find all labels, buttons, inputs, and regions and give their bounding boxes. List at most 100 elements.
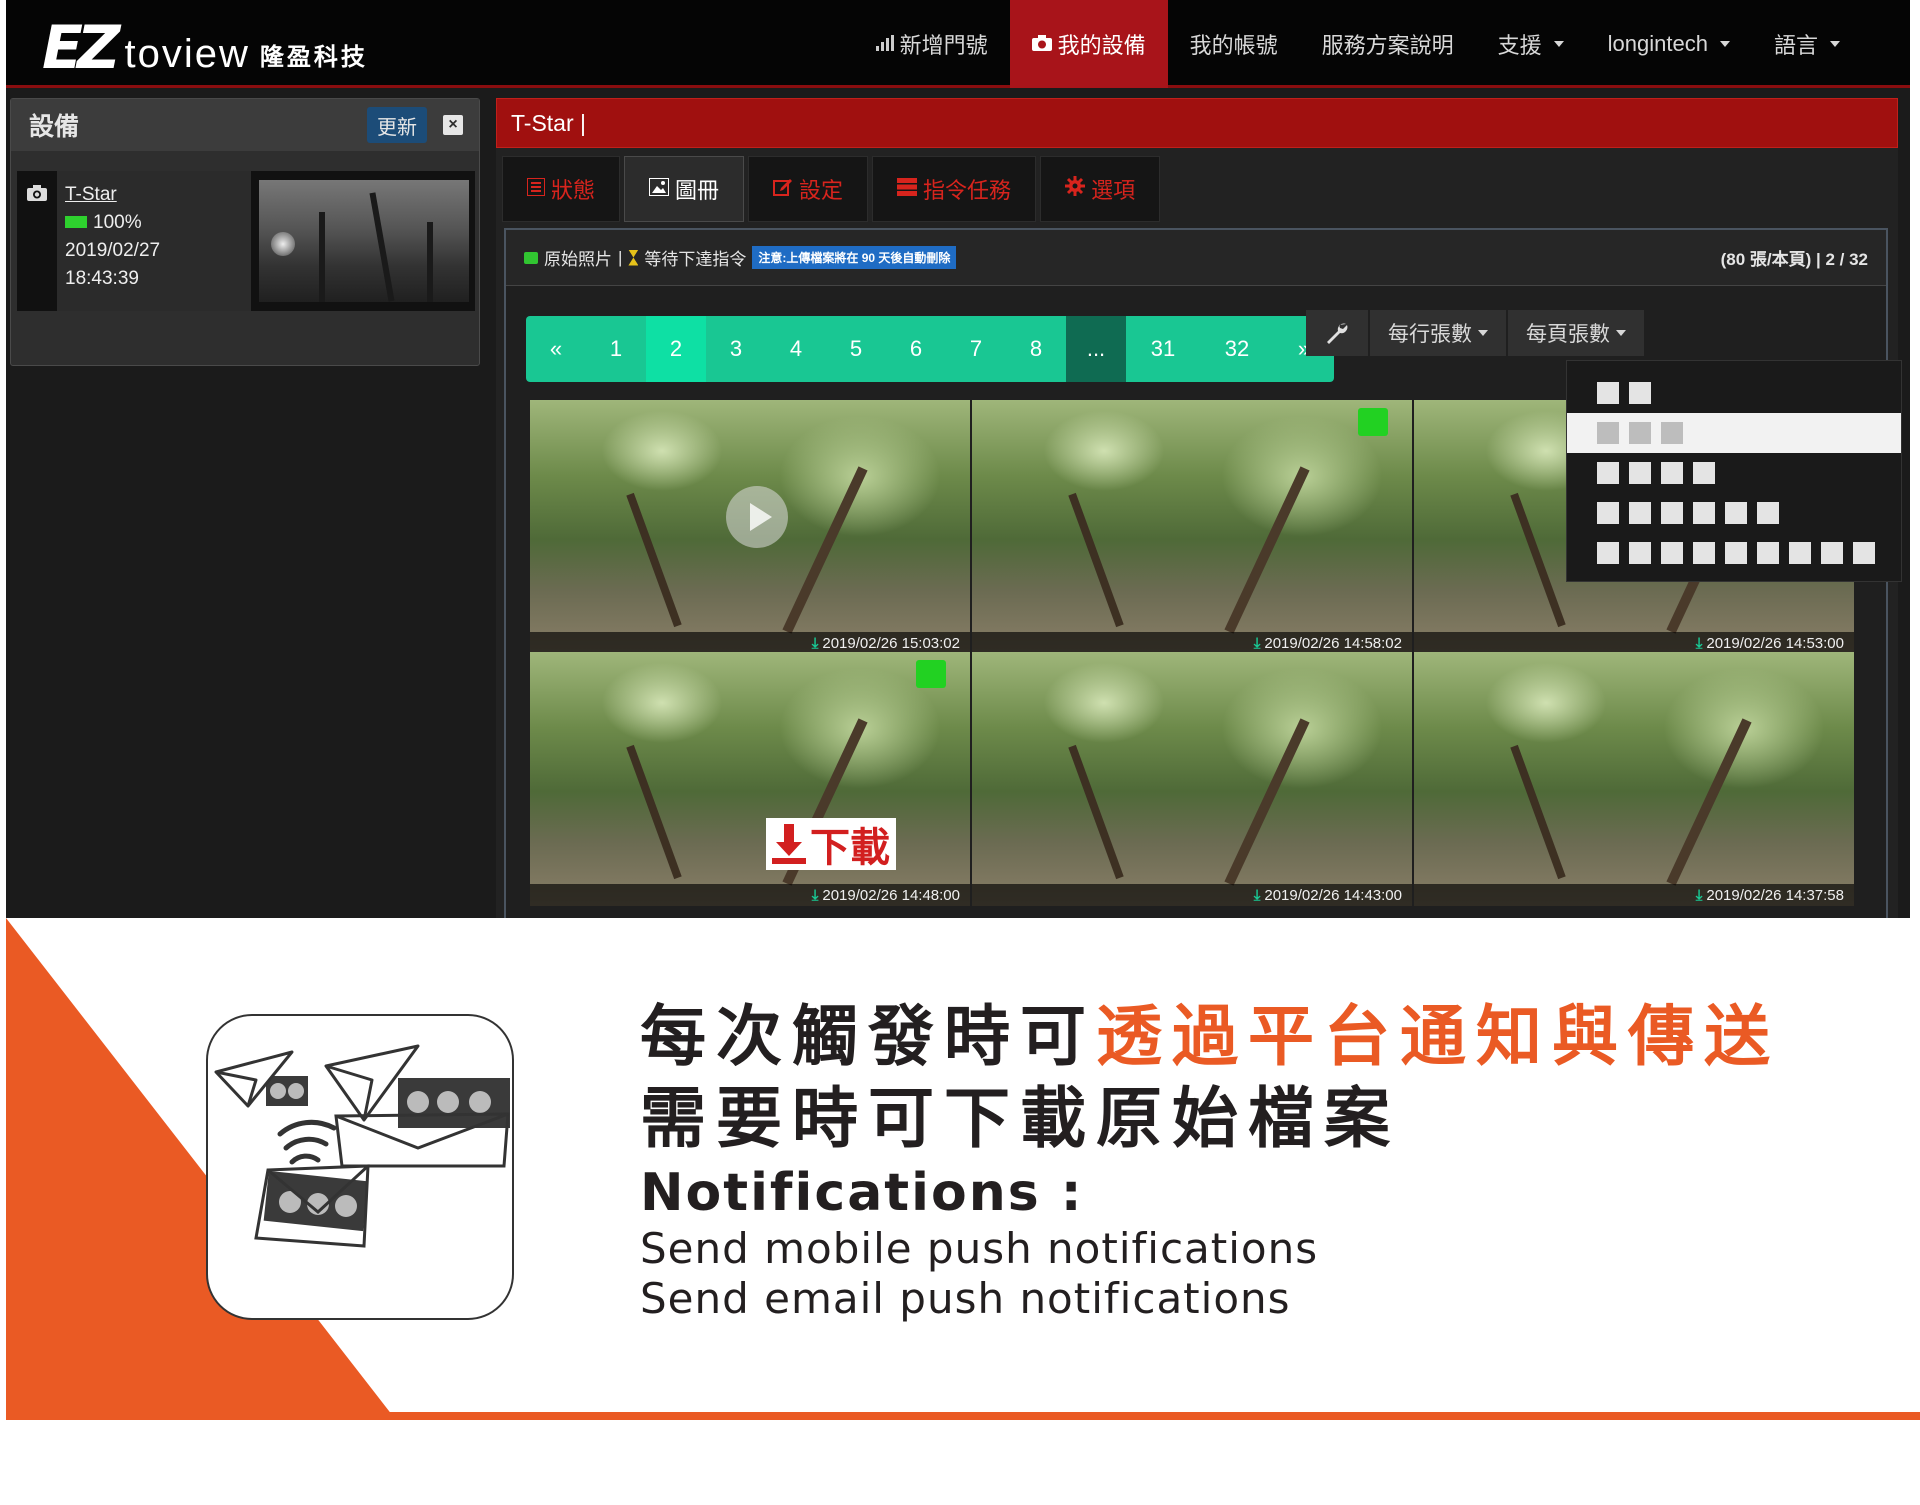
page-link[interactable]: 4 <box>766 316 826 382</box>
photo-timestamp: 2019/02/26 15:03:02 <box>822 634 960 652</box>
grid-square-icon <box>1629 502 1651 524</box>
page-link[interactable]: 8 <box>1006 316 1066 382</box>
tab-0[interactable]: 狀態 <box>502 156 621 222</box>
photo-caption: ⤓ 2019/02/26 14:37:58 <box>1414 884 1854 906</box>
download-icon[interactable]: ⤓ <box>1696 635 1703 652</box>
logo-word: toview <box>124 32 250 76</box>
grid-square-icon <box>1789 542 1811 564</box>
page-link[interactable]: 31 <box>1126 316 1200 382</box>
close-icon[interactable]: × <box>443 115 463 135</box>
nav-item-5[interactable]: longintech <box>1586 0 1752 88</box>
page-link[interactable]: 7 <box>946 316 1006 382</box>
device-latest-thumbnail[interactable] <box>259 180 469 302</box>
nav-item-label: 支援 <box>1497 33 1542 58</box>
photo-thumbnail[interactable]: ⤓ 2019/02/26 14:58:02 <box>972 400 1412 654</box>
tree-trunk <box>1666 718 1752 886</box>
camera-icon <box>17 171 57 311</box>
download-icon[interactable]: ⤓ <box>1696 887 1703 904</box>
grid-square-icon <box>1661 542 1683 564</box>
hourglass-icon <box>628 249 639 266</box>
tab-2[interactable]: 設定 <box>748 156 869 222</box>
photo-thumbnail[interactable]: ⤓ 2019/02/26 14:43:00 <box>972 652 1412 906</box>
per-row-option[interactable] <box>1567 493 1901 533</box>
per-row-dropdown[interactable]: 每行張數 <box>1370 310 1506 356</box>
tree-trunk <box>1068 744 1124 880</box>
per-row-option[interactable] <box>1567 533 1901 573</box>
nav-item-label: longintech <box>1607 31 1708 56</box>
feature-banner: 每次觸發時可透過平台通知與傳送 需要時可下載原始檔案 Notifications… <box>6 918 1920 1420</box>
photo-timestamp: 2019/02/26 14:53:00 <box>1706 634 1844 652</box>
grid-square-icon <box>1693 462 1715 484</box>
photo-caption: ⤓ 2019/02/26 15:03:02 <box>530 632 970 654</box>
page-link[interactable]: 2 <box>646 316 706 382</box>
server-icon <box>897 176 918 202</box>
nav-item-4[interactable]: 支援 <box>1476 0 1586 88</box>
photo-timestamp: 2019/02/26 14:58:02 <box>1264 634 1402 652</box>
download-icon[interactable]: ⤓ <box>812 635 819 652</box>
device-title: T-Star | <box>511 109 586 136</box>
page-link[interactable]: 5 <box>826 316 886 382</box>
camera-badge-icon <box>1358 408 1388 436</box>
per-page-dropdown[interactable]: 每頁張數 <box>1508 310 1644 356</box>
grid-square-icon <box>1693 542 1715 564</box>
photo-caption: ⤓ 2019/02/26 14:58:02 <box>972 632 1412 654</box>
device-name-link[interactable]: T-Star <box>65 181 243 209</box>
grid-square-icon <box>1597 502 1619 524</box>
per-row-option[interactable] <box>1567 373 1901 413</box>
nav-item-label: 語言 <box>1773 33 1818 58</box>
caret-down-icon <box>1719 41 1730 47</box>
tab-label: 設定 <box>799 178 844 203</box>
download-icon <box>772 824 806 864</box>
camera-badge-icon <box>916 660 946 688</box>
page-link[interactable]: ... <box>1066 316 1126 382</box>
page-link[interactable]: 3 <box>706 316 766 382</box>
nav-item-label: 服務方案說明 <box>1321 33 1454 58</box>
device-title-bar: T-Star | <box>496 98 1898 148</box>
device-tabs: 狀態 圖冊 設定 指令任務 選項 <box>502 156 1161 226</box>
photo-timestamp: 2019/02/26 14:48:00 <box>822 886 960 904</box>
download-icon[interactable]: ⤓ <box>812 887 819 904</box>
original-photo-label: 原始照片 <box>544 250 612 269</box>
nav-item-2[interactable]: 我的帳號 <box>1168 0 1300 88</box>
nav-menu: 新增門號 我的設備 我的帳號 服務方案說明 支援 longintech 語言 <box>854 0 1862 88</box>
wrench-icon[interactable] <box>1306 310 1368 356</box>
image-icon <box>648 176 671 202</box>
headline-line-1: 每次觸發時可透過平台通知與傳送 <box>640 998 1780 1075</box>
grid-square-icon <box>1597 382 1619 404</box>
tab-1[interactable]: 圖冊 <box>624 156 745 222</box>
english-line-1: Send mobile push notifications <box>640 1224 1319 1273</box>
brand-logo[interactable]: EZ toview 隆盈科技 <box>42 18 368 78</box>
nav-item-3[interactable]: 服務方案說明 <box>1300 0 1476 88</box>
nav-item-1[interactable]: 我的設備 <box>1009 0 1168 88</box>
photo-caption: ⤓ 2019/02/26 14:53:00 <box>1414 632 1854 654</box>
photo-thumbnail[interactable]: 下載 ⤓ 2019/02/26 14:48:00 <box>530 652 970 906</box>
download-icon[interactable]: ⤓ <box>1254 635 1261 652</box>
photo-thumbnail[interactable]: ⤓ 2019/02/26 15:03:02 <box>530 400 970 654</box>
photo-caption: ⤓ 2019/02/26 14:48:00 <box>530 884 970 906</box>
tab-4[interactable]: 選項 <box>1040 156 1161 222</box>
page-link[interactable]: 6 <box>886 316 946 382</box>
play-icon[interactable] <box>726 486 788 548</box>
grid-square-icon <box>1597 542 1619 564</box>
device-row[interactable]: T-Star 100% 2019/02/27 18:43:39 <box>17 171 475 311</box>
tab-label: 選項 <box>1091 178 1136 203</box>
photo-thumbnail[interactable]: ⤓ 2019/02/26 14:37:58 <box>1414 652 1854 906</box>
tree-trunk <box>1224 718 1310 886</box>
page-link[interactable]: « <box>526 316 586 382</box>
separator: | <box>618 247 623 267</box>
tab-3[interactable]: 指令任務 <box>872 156 1037 222</box>
page-link[interactable]: 32 <box>1200 316 1274 382</box>
device-panel: 設備 更新 × T-Star 100% 2019/02/27 18:43:39 <box>10 98 480 366</box>
nav-item-label: 我的設備 <box>1057 33 1146 58</box>
nav-item-label: 新增門號 <box>899 33 988 58</box>
notification-illustration <box>206 1014 514 1320</box>
tree-trunk <box>1510 492 1566 628</box>
per-row-option[interactable] <box>1567 413 1901 453</box>
nav-item-6[interactable]: 語言 <box>1752 0 1862 88</box>
download-icon[interactable]: ⤓ <box>1254 887 1261 904</box>
nav-item-0[interactable]: 新增門號 <box>854 0 1010 88</box>
page-link[interactable]: 1 <box>586 316 646 382</box>
download-button[interactable]: 下載 <box>766 818 896 870</box>
refresh-button[interactable]: 更新 <box>367 107 427 143</box>
per-row-option[interactable] <box>1567 453 1901 493</box>
